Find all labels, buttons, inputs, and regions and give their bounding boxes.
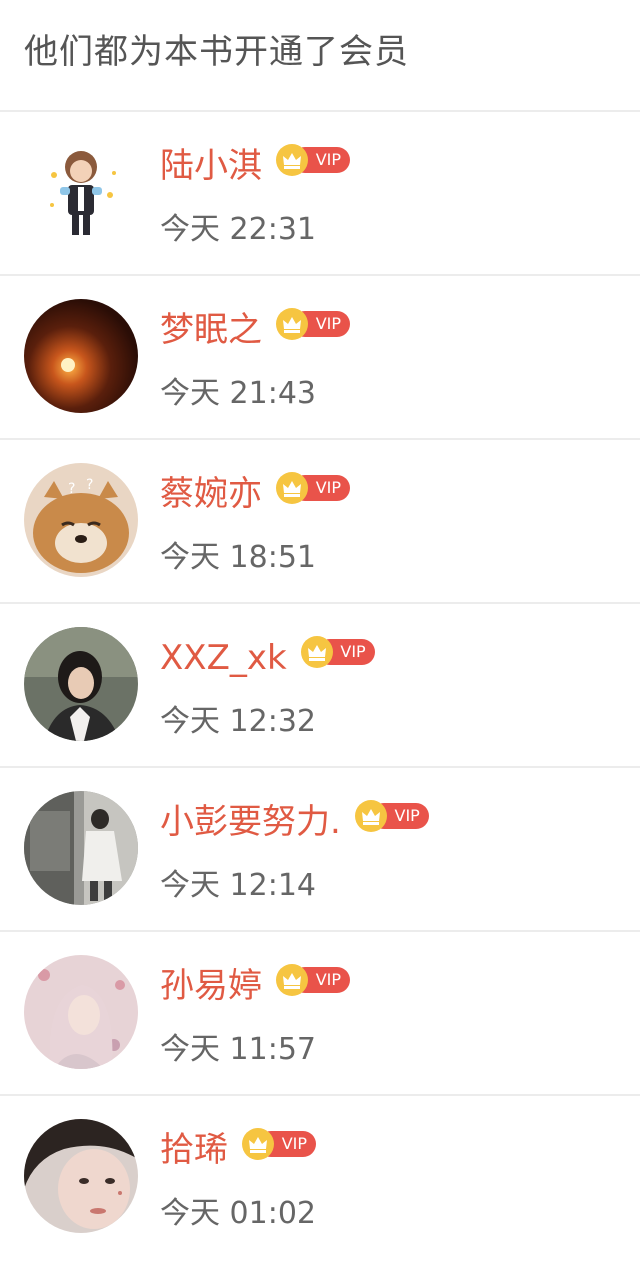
join-time: 今天 12:14 xyxy=(160,868,316,903)
list-item[interactable]: 梦眠之 VIP 今天 21:43 xyxy=(0,276,640,440)
avatar[interactable] xyxy=(24,1119,138,1233)
crown-icon xyxy=(276,472,308,504)
svg-text:?: ? xyxy=(86,477,93,493)
list-item[interactable]: 拾琋 VIP 今天 01:02 xyxy=(0,1096,640,1260)
member-name[interactable]: 拾琋 xyxy=(160,1126,228,1174)
avatar[interactable] xyxy=(24,627,138,741)
join-time: 今天 18:51 xyxy=(160,540,316,575)
member-name-line: 孙易婷 VIP xyxy=(160,962,352,1010)
vip-badge: VIP xyxy=(276,472,352,504)
list-item[interactable]: 小彭要努力. VIP 今天 12:14 xyxy=(0,768,640,932)
join-time: 今天 11:57 xyxy=(160,1032,316,1067)
crown-icon xyxy=(354,800,387,832)
vip-badge: VIP xyxy=(242,1128,318,1160)
svg-text:?: ? xyxy=(68,481,75,497)
page-title: 他们都为本书开通了会员 xyxy=(24,31,409,72)
vip-badge: VIP xyxy=(276,964,352,996)
crown-icon xyxy=(300,636,333,668)
join-time: 今天 21:43 xyxy=(160,376,316,411)
member-name-line: 小彭要努力. VIP xyxy=(160,798,431,846)
crown-icon xyxy=(276,964,308,996)
member-name[interactable]: 蔡婉亦 xyxy=(160,470,262,518)
avatar[interactable] xyxy=(24,955,138,1069)
join-time: 今天 01:02 xyxy=(160,1196,316,1231)
crown-icon xyxy=(242,1128,274,1160)
list-item[interactable]: 孙易婷 VIP 今天 11:57 xyxy=(0,932,640,1096)
vip-badge: VIP xyxy=(300,636,377,668)
member-list: 陆小淇 VIP 今天 22:31 梦眠之 VIP 今天 21:43 ? ? 蔡婉… xyxy=(0,112,640,1260)
join-time: 今天 22:31 xyxy=(160,212,316,247)
list-header: 他们都为本书开通了会员 xyxy=(0,0,640,112)
member-name-line: XXZ_xk VIP xyxy=(160,634,377,682)
member-name[interactable]: 梦眠之 xyxy=(160,306,262,354)
list-item[interactable]: XXZ_xk VIP 今天 12:32 xyxy=(0,604,640,768)
member-name[interactable]: 孙易婷 xyxy=(160,962,262,1010)
list-item[interactable]: 陆小淇 VIP 今天 22:31 xyxy=(0,112,640,276)
avatar[interactable] xyxy=(24,791,138,905)
list-item[interactable]: ? ? 蔡婉亦 VIP 今天 18:51 xyxy=(0,440,640,604)
vip-badge: VIP xyxy=(276,308,352,340)
avatar[interactable]: ? ? xyxy=(24,463,138,577)
avatar[interactable] xyxy=(24,135,138,249)
member-name[interactable]: XXZ_xk xyxy=(160,634,287,682)
member-name[interactable]: 小彭要努力. xyxy=(160,798,341,846)
member-name-line: 陆小淇 VIP xyxy=(160,142,352,190)
crown-icon xyxy=(276,144,308,176)
vip-badge: VIP xyxy=(276,144,352,176)
member-name[interactable]: 陆小淇 xyxy=(160,142,262,190)
avatar[interactable] xyxy=(24,299,138,413)
member-name-line: 拾琋 VIP xyxy=(160,1126,318,1174)
vip-badge: VIP xyxy=(354,800,431,832)
member-name-line: 梦眠之 VIP xyxy=(160,306,352,354)
join-time: 今天 12:32 xyxy=(160,704,316,739)
crown-icon xyxy=(276,308,308,340)
member-name-line: 蔡婉亦 VIP xyxy=(160,470,352,518)
